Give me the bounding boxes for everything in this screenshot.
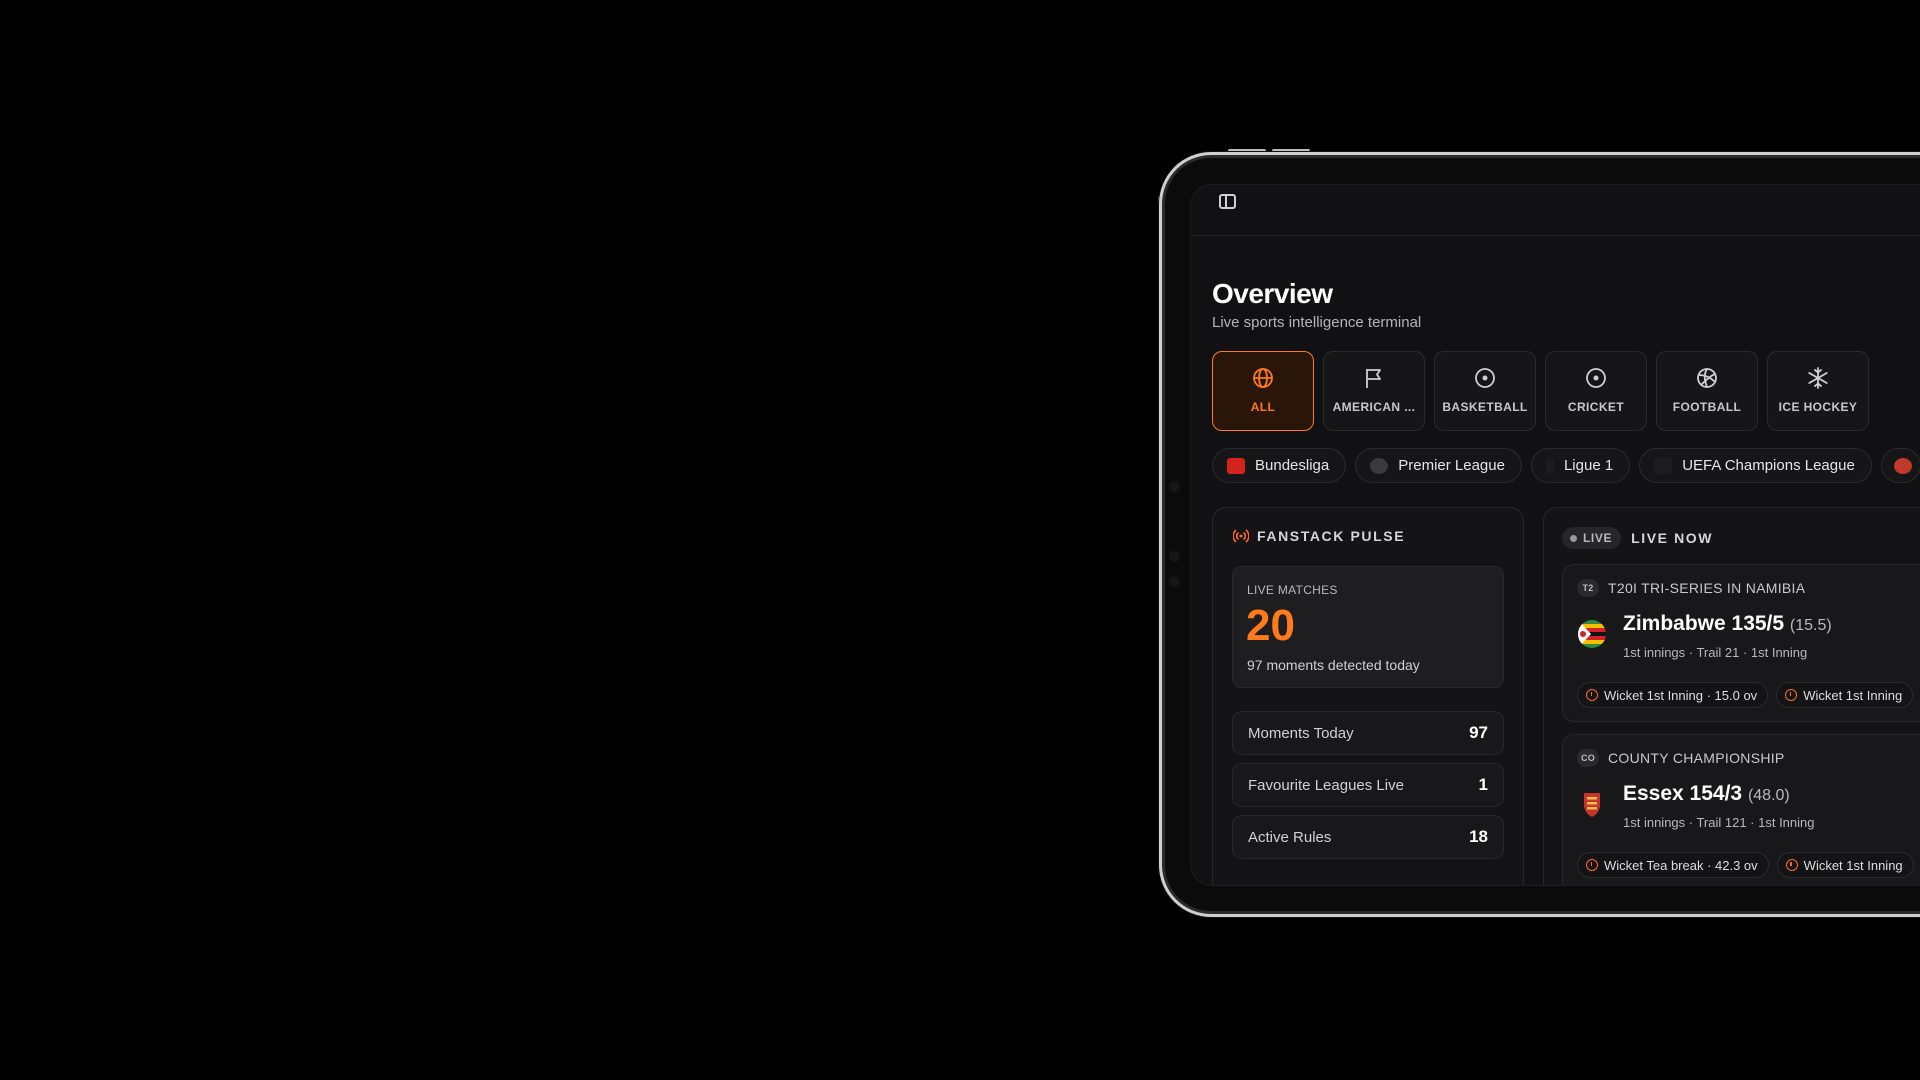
sport-tab-label: BASKETBALL [1442,400,1528,414]
overs-text: (15.5) [1789,617,1832,634]
stat-row-active-rules[interactable]: Active Rules 18 [1232,815,1504,859]
wicket-alert-icon [1586,689,1598,701]
stat-label: Favourite Leagues Live [1248,776,1404,794]
pulse-title: FANSTACK PULSE [1257,528,1406,544]
premier-league-logo-icon [1370,457,1389,474]
live-now-header: LIVE LIVE NOW [1562,527,1713,549]
event-chip-row: Wicket 1st Inning · 15.0 ov Wicket 1st I… [1577,682,1914,708]
live-now-title: LIVE NOW [1631,530,1714,546]
competition: T2 T20I TRI-SERIES IN NAMIBIA [1577,579,1805,597]
page-subtitle: Live sports intelligence terminal [1212,314,1422,331]
moments-detected-text: 97 moments detected today [1247,657,1420,673]
wicket-alert-icon [1785,689,1798,701]
stat-value: 1 [1478,775,1488,794]
competition-name: COUNTY CHAMPIONSHIP [1608,750,1785,766]
sport-tab-ice-hockey[interactable]: ICE HOCKEY [1767,351,1869,431]
competition-tag: T2 [1577,579,1599,597]
league-chip-more[interactable] [1880,448,1920,483]
stat-label: Moments Today [1248,724,1354,742]
match-card[interactable]: CO COUNTY CHAMPIONSHIP Essex 154/3 (48.0… [1562,734,1920,885]
league-filter-row: Bundesliga Premier League Ligue 1 UEFA C… [1212,448,1920,483]
wicket-alert-icon [1586,859,1598,871]
sport-tab-label: AMERICAN ... [1332,400,1416,414]
tablet-camera [1169,481,1180,492]
overs-text: (48.0) [1747,787,1790,804]
flag-icon [1362,366,1386,390]
top-bar [1191,185,1920,236]
live-matches-card: LIVE MATCHES 20 97 moments detected toda… [1232,566,1504,688]
stat-label: Active Rules [1248,828,1332,846]
stat-row-moments-today[interactable]: Moments Today 97 [1232,711,1504,755]
event-chip[interactable]: Wicket 1st Inning · 15.0 ov [1577,682,1769,708]
page-title: Overview [1212,278,1333,309]
stat-value: 18 [1469,827,1488,846]
league-chip-ligue-1[interactable]: Ligue 1 [1530,448,1631,483]
league-chip-label: Ligue 1 [1563,457,1614,474]
sport-tab-label: ALL [1250,400,1276,414]
event-chip-label: Wicket 1st Inning [1803,857,1903,873]
live-matches-label: LIVE MATCHES [1247,583,1338,597]
sport-tab-football[interactable]: FOOTBALL [1656,351,1758,431]
live-matches-value: 20 [1246,601,1295,650]
volleyball-icon [1695,366,1719,390]
competition-name: T20I TRI-SERIES IN NAMIBIA [1608,580,1806,596]
stat-value: 97 [1469,723,1488,742]
essex-crest-icon [1577,789,1607,819]
basketball-icon [1473,366,1497,390]
league-chip-premier-league[interactable]: Premier League [1355,448,1522,483]
pulse-header: FANSTACK PULSE [1233,528,1405,544]
live-badge: LIVE [1562,527,1622,549]
broadcast-icon [1233,529,1249,543]
sport-tab-cricket[interactable]: CRICKET [1545,351,1647,431]
fanstack-pulse-panel: FANSTACK PULSE LIVE MATCHES 20 97 moment… [1212,507,1524,885]
stat-row-favourite-leagues-live[interactable]: Favourite Leagues Live 1 [1232,763,1504,807]
sidebar-toggle-icon[interactable] [1219,194,1236,209]
sport-tab-label: FOOTBALL [1672,400,1742,414]
live-badge-label: LIVE [1583,531,1613,545]
tablet-sensor [1169,576,1180,587]
match-meta: 1st innings · Trail 21 · 1st Inning [1623,645,1808,660]
champions-league-logo-icon [1654,457,1673,474]
snowflake-icon [1806,366,1830,390]
event-chip[interactable]: Wicket Tea break · 42.3 ov [1577,852,1769,878]
ligue-1-logo-icon [1545,457,1554,474]
sport-tab-basketball[interactable]: BASKETBALL [1434,351,1536,431]
sport-tab-label: ICE HOCKEY [1778,400,1858,414]
match-card[interactable]: T2 T20I TRI-SERIES IN NAMIBIA Zimbabwe 1… [1562,564,1920,722]
bundesliga-logo-icon [1227,457,1245,474]
wicket-alert-icon [1785,859,1798,871]
live-dot-icon [1570,534,1577,542]
sport-tab-american-football[interactable]: AMERICAN ... [1323,351,1425,431]
sport-filter-row: ALL AMERICAN ... BASKETBALL CRICKET FOOT… [1212,351,1869,431]
event-chip-row: Wicket Tea break · 42.3 ov Wicket 1st In… [1577,852,1914,878]
event-chip-label: Wicket 1st Inning [1803,687,1903,703]
league-chip-bundesliga[interactable]: Bundesliga [1212,448,1347,483]
live-now-panel: LIVE LIVE NOW T2 T20I TRI-SERIES IN NAMI… [1543,507,1920,885]
globe-icon [1251,366,1275,390]
event-chip-label: Wicket 1st Inning · 15.0 ov [1604,687,1758,703]
competition-tag: CO [1577,749,1599,767]
league-chip-label: Bundesliga [1255,457,1330,474]
competition: CO COUNTY CHAMPIONSHIP [1577,749,1785,767]
league-chip-label: UEFA Champions League [1682,457,1855,474]
sport-tab-label: CRICKET [1567,400,1625,414]
app-screen: Overview Live sports intelligence termin… [1190,184,1920,886]
event-chip[interactable]: Wicket 1st Inning [1776,852,1914,878]
sport-tab-all[interactable]: ALL [1212,351,1314,431]
cricket-ball-icon [1584,366,1608,390]
league-chip-label: Premier League [1398,457,1505,474]
match-meta: 1st innings · Trail 121 · 1st Inning [1623,815,1815,830]
event-chip-label: Wicket Tea break · 42.3 ov [1604,857,1758,873]
team-score: Essex 154/3 (48.0) [1623,782,1790,806]
league-logo-icon [1893,457,1912,474]
team-score-text: Essex 154/3 [1623,782,1743,805]
team-score-text: Zimbabwe 135/5 [1623,612,1785,635]
tablet-sensor [1169,551,1180,562]
zimbabwe-flag-icon [1577,619,1607,649]
event-chip[interactable]: Wicket 1st Inning [1776,682,1914,708]
team-score: Zimbabwe 135/5 (15.5) [1623,612,1832,636]
league-chip-uefa-champions-league[interactable]: UEFA Champions League [1639,448,1872,483]
